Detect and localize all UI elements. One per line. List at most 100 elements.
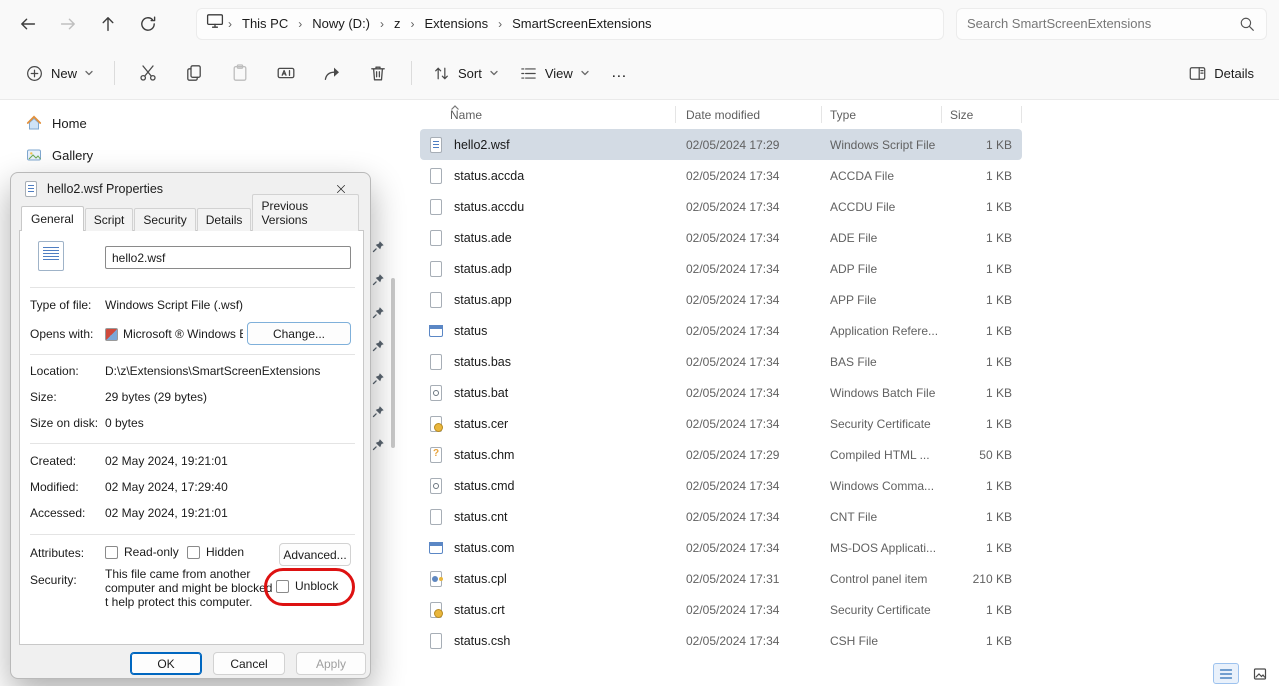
checkbox-icon (276, 580, 289, 593)
up-button[interactable] (88, 7, 128, 41)
search-box (956, 8, 1267, 40)
refresh-icon (138, 14, 158, 34)
table-row[interactable]: status.accdu 02/05/2024 17:34 ACCDU File… (420, 191, 1022, 222)
checkbox-icon (187, 546, 200, 559)
table-row[interactable]: status.crt 02/05/2024 17:34 Security Cer… (420, 594, 1022, 625)
file-icon (428, 571, 444, 587)
file-name: status.com (454, 541, 514, 555)
column-header-modified[interactable]: Date modified (676, 100, 822, 129)
sidebar-scrollbar[interactable] (391, 278, 395, 448)
tab-details[interactable]: Details (197, 208, 252, 231)
file-list-header: Name Date modified Type Size (420, 100, 1022, 129)
table-row[interactable]: status.cer 02/05/2024 17:34 Security Cer… (420, 408, 1022, 439)
file-icon (428, 602, 444, 618)
file-name: status (454, 324, 487, 338)
table-row[interactable]: status.cpl 02/05/2024 17:31 Control pane… (420, 563, 1022, 594)
column-header-size[interactable]: Size (942, 100, 1022, 129)
breadcrumb-z[interactable]: z (387, 13, 408, 34)
home-icon (26, 115, 42, 131)
breadcrumb-extensions[interactable]: Extensions (418, 13, 496, 34)
table-row[interactable]: status.ade 02/05/2024 17:34 ADE File 1 K… (420, 222, 1022, 253)
navigation-bar: › This PC › Nowy (D:) › z › Extensions ›… (0, 0, 1279, 47)
file-name: status.chm (454, 448, 514, 462)
paste-button[interactable] (218, 55, 262, 91)
details-view-toggle[interactable] (1213, 663, 1239, 684)
details-pane-button[interactable]: Details (1179, 57, 1263, 90)
refresh-button[interactable] (128, 7, 168, 41)
dialog-title: hello2.wsf Properties (47, 182, 163, 196)
share-button[interactable] (310, 55, 354, 91)
accessed-value: 02 May 2024, 19:21:01 (105, 506, 228, 520)
table-row[interactable]: status.accda 02/05/2024 17:34 ACCDA File… (420, 160, 1022, 191)
new-button[interactable]: New (16, 57, 103, 90)
column-header-name[interactable]: Name (420, 100, 676, 129)
view-list-icon (519, 64, 538, 83)
this-pc-icon (205, 11, 225, 36)
apply-button[interactable]: Apply (296, 652, 366, 675)
advanced-button[interactable]: Advanced... (279, 543, 351, 566)
breadcrumb-smartscreenextensions[interactable]: SmartScreenExtensions (505, 13, 658, 34)
command-toolbar: New Sort View (0, 47, 1279, 100)
file-size: 1 KB (942, 200, 1022, 214)
search-input[interactable] (967, 16, 1230, 31)
back-arrow-icon (18, 14, 38, 34)
modified-label: Modified: (30, 480, 79, 494)
forward-button[interactable] (48, 7, 88, 41)
cut-button[interactable] (126, 55, 170, 91)
file-icon (428, 447, 444, 463)
file-icon (428, 168, 444, 184)
file-type: ACCDA File (822, 169, 942, 183)
column-header-type[interactable]: Type (822, 100, 942, 129)
sidebar-item-home[interactable]: Home (14, 107, 99, 139)
sidebar-item-gallery[interactable]: Gallery (14, 139, 105, 171)
divider (30, 287, 355, 288)
ok-button[interactable]: OK (130, 652, 202, 675)
search-icon[interactable] (1238, 15, 1256, 33)
table-row[interactable]: status.adp 02/05/2024 17:34 ADP File 1 K… (420, 253, 1022, 284)
new-label: New (51, 66, 77, 81)
table-row[interactable]: status.cmd 02/05/2024 17:34 Windows Comm… (420, 470, 1022, 501)
table-row[interactable]: status.csh 02/05/2024 17:34 CSH File 1 K… (420, 625, 1022, 656)
back-button[interactable] (8, 7, 48, 41)
tab-general[interactable]: General (21, 206, 84, 231)
table-row[interactable]: status.app 02/05/2024 17:34 APP File 1 K… (420, 284, 1022, 315)
breadcrumb: › This PC › Nowy (D:) › z › Extensions ›… (196, 8, 944, 40)
general-tab-page: Type of file: Windows Script File (.wsf)… (19, 230, 364, 645)
file-rows: hello2.wsf 02/05/2024 17:29 Windows Scri… (420, 129, 1022, 656)
sidebar-pins (372, 240, 385, 451)
table-row[interactable]: hello2.wsf 02/05/2024 17:29 Windows Scri… (420, 129, 1022, 160)
tab-security[interactable]: Security (134, 208, 195, 231)
tab-previous-versions[interactable]: Previous Versions (252, 194, 359, 231)
view-button[interactable]: View (510, 57, 599, 90)
pushpin-icon (372, 273, 385, 286)
table-row[interactable]: status.bat 02/05/2024 17:34 Windows Batc… (420, 377, 1022, 408)
delete-button[interactable] (356, 55, 400, 91)
breadcrumb-separator: › (227, 17, 233, 31)
statusbar-view-toggles (1213, 663, 1273, 684)
readonly-checkbox[interactable]: Read-only (105, 545, 179, 559)
file-modified: 02/05/2024 17:34 (676, 262, 822, 276)
change-button[interactable]: Change... (247, 322, 351, 345)
more-options-button[interactable]: … (601, 60, 638, 86)
breadcrumb-drive[interactable]: Nowy (D:) (305, 13, 377, 34)
table-row[interactable]: status.com 02/05/2024 17:34 MS-DOS Appli… (420, 532, 1022, 563)
rename-button[interactable] (264, 55, 308, 91)
attributes-label: Attributes: (30, 546, 84, 560)
table-row[interactable]: status.chm 02/05/2024 17:29 Compiled HTM… (420, 439, 1022, 470)
table-row[interactable]: status.cnt 02/05/2024 17:34 CNT File 1 K… (420, 501, 1022, 532)
filename-input[interactable] (105, 246, 351, 269)
table-row[interactable]: status 02/05/2024 17:34 Application Refe… (420, 315, 1022, 346)
thumbnail-view-toggle[interactable] (1247, 663, 1273, 684)
file-icon (428, 633, 444, 649)
file-name: status.bat (454, 386, 508, 400)
table-row[interactable]: status.bas 02/05/2024 17:34 BAS File 1 K… (420, 346, 1022, 377)
sort-button[interactable]: Sort (423, 57, 508, 90)
unblock-checkbox[interactable]: Unblock (276, 579, 338, 593)
copy-button[interactable] (172, 55, 216, 91)
tab-script[interactable]: Script (85, 208, 134, 231)
breadcrumb-this-pc[interactable]: This PC (235, 13, 295, 34)
file-icon (428, 416, 444, 432)
file-modified: 02/05/2024 17:31 (676, 572, 822, 586)
hidden-checkbox[interactable]: Hidden (187, 545, 244, 559)
cancel-button[interactable]: Cancel (213, 652, 285, 675)
